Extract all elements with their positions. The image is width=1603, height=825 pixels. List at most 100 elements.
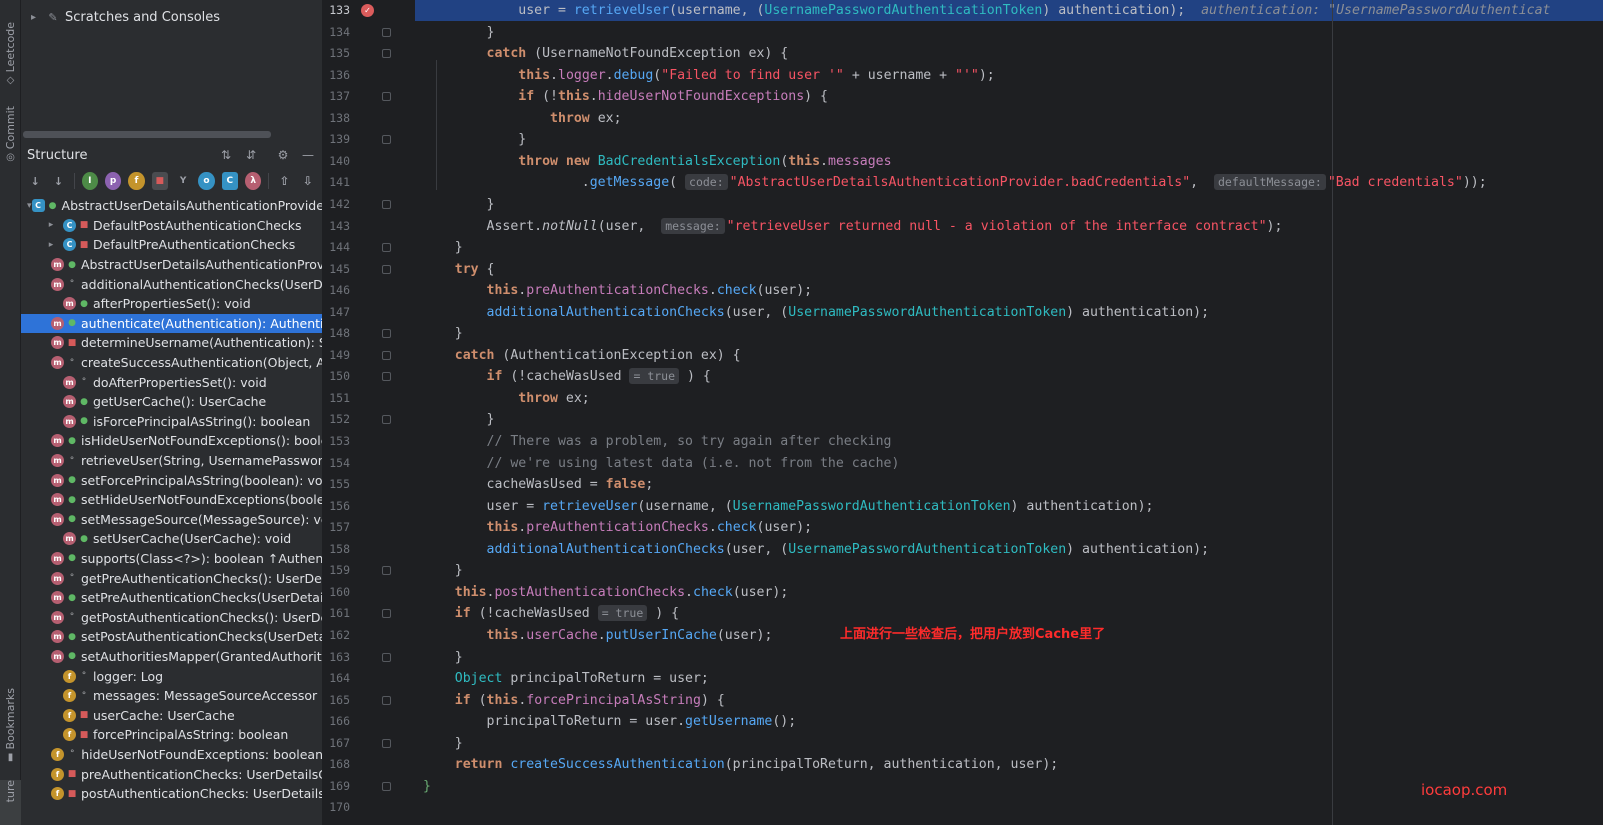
code-line[interactable]: this.preAuthenticationChecks.check(user)…	[423, 517, 813, 539]
code-line[interactable]: cacheWasUsed = false;	[423, 474, 654, 496]
fold-marker-icon[interactable]	[382, 49, 391, 59]
structure-tree-row[interactable]: m ● isHideUserNotFoundExceptions(): boole	[21, 431, 322, 451]
line-number[interactable]: 140	[323, 151, 350, 173]
line-number[interactable]: 142	[323, 194, 350, 216]
tool-tab-commit[interactable]: Commit ◎	[0, 106, 21, 163]
fold-marker-icon[interactable]	[382, 350, 391, 360]
code-line[interactable]: catch (UsernameNotFoundException ex) {	[423, 43, 789, 65]
line-number[interactable]: 170	[323, 797, 350, 819]
breakpoint-icon[interactable]: ✓	[361, 4, 374, 17]
fold-marker-icon[interactable]	[382, 329, 391, 339]
line-number[interactable]: 135	[323, 43, 350, 65]
code-line[interactable]: }	[423, 237, 463, 259]
line-number[interactable]: 155	[323, 474, 350, 496]
sort-by-visibility-icon[interactable]: ↓	[27, 172, 43, 190]
code-line[interactable]: Assert.notNull(user, message: "retrieveUs…	[423, 216, 1282, 238]
code-line[interactable]: user = retrieveUser(username, (UsernameP…	[423, 496, 1154, 518]
show-inherited-icon[interactable]: I	[81, 172, 98, 190]
line-number[interactable]: 137	[323, 86, 350, 108]
line-number[interactable]: 169	[323, 776, 350, 798]
line-number[interactable]: 134	[323, 22, 350, 44]
line-number[interactable]: 166	[323, 711, 350, 733]
project-row-scratches[interactable]: ▸ ✎ Scratches and Consoles	[21, 7, 322, 27]
line-number[interactable]: 139	[323, 129, 350, 151]
chevron-right-icon[interactable]: ▸	[31, 12, 45, 23]
structure-tree-row[interactable]: m ■ determineUsername(Authentication): Str	[21, 333, 322, 353]
structure-tree-row[interactable]: f ■ postAuthenticationChecks: UserDetailsC	[21, 784, 322, 804]
line-number[interactable]: 159	[323, 560, 350, 582]
editor-gutter[interactable]: ✓ 133 134 135 136 137 138 139 140 141 142 143 144 14…	[323, 0, 415, 825]
line-number[interactable]: 163	[323, 647, 350, 669]
line-number[interactable]: 143	[323, 216, 350, 238]
line-number[interactable]: 133	[323, 0, 350, 22]
line-number[interactable]: 151	[323, 388, 350, 410]
code-line[interactable]: additionalAuthenticationChecks(user, (Us…	[423, 539, 1210, 561]
fold-marker-icon[interactable]	[382, 27, 391, 37]
code-line[interactable]: }	[423, 129, 526, 151]
code-line[interactable]: }	[423, 323, 463, 345]
structure-tree-row[interactable]: m ● setMessageSource(MessageSource): vc	[21, 510, 322, 530]
fold-marker-icon[interactable]	[382, 243, 391, 253]
line-number[interactable]: 153	[323, 431, 350, 453]
show-properties-icon[interactable]: p	[104, 172, 122, 190]
code-line[interactable]: }	[423, 733, 463, 755]
line-number[interactable]: 148	[323, 323, 350, 345]
line-number[interactable]: 152	[323, 409, 350, 431]
tool-tab-leetcode[interactable]: Leetcode ◇	[0, 22, 21, 86]
structure-tree-row[interactable]: f ° messages: MessageSourceAccessor	[21, 686, 322, 706]
line-number[interactable]: 144	[323, 237, 350, 259]
fold-marker-icon[interactable]	[382, 652, 391, 662]
structure-tree-row[interactable]: m ● setPostAuthenticationChecks(UserDetail	[21, 627, 322, 647]
code-line[interactable]: }	[423, 647, 463, 669]
code-editor[interactable]: ✓ 133 134 135 136 137 138 139 140 141 142 143 144 14…	[323, 0, 1603, 825]
sort-alphabetically-icon[interactable]: ↓	[50, 172, 66, 190]
code-line[interactable]: try {	[423, 259, 495, 281]
code-line[interactable]: if (!cacheWasUsed = true ) {	[423, 603, 679, 625]
chevron-right-icon[interactable]: ▸	[45, 240, 57, 250]
structure-tree-row[interactable]: f ■ preAuthenticationChecks: UserDetailsCh	[21, 764, 322, 784]
code-line[interactable]: .getMessage( code: "AbstractUserDetailsAu…	[423, 172, 1487, 194]
fold-marker-icon[interactable]	[382, 415, 391, 425]
code-line[interactable]: this.preAuthenticationChecks.check(user)…	[423, 280, 813, 302]
structure-tree-row[interactable]: m ● authenticate(Authentication): Authenti…	[21, 313, 322, 334]
line-number[interactable]: 145	[323, 259, 350, 281]
code-line[interactable]: // we're using latest data (i.e. not fro…	[423, 453, 900, 475]
structure-tree-row[interactable]: f ° logger: Log	[21, 666, 322, 686]
structure-tree-row[interactable]: ▸ C ■ DefaultPostAuthenticationChecks	[21, 216, 322, 236]
structure-tree-row[interactable]: m ● isForcePrincipalAsString(): boolean	[21, 412, 322, 432]
chevron-right-icon[interactable]: ▸	[45, 220, 57, 230]
line-number[interactable]: 161	[323, 603, 350, 625]
line-number[interactable]: 165	[323, 690, 350, 712]
fold-marker-icon[interactable]	[382, 264, 391, 274]
code-line[interactable]: this.logger.debug("Failed to find user '…	[423, 65, 994, 87]
structure-tree-row[interactable]: m ° getPreAuthenticationChecks(): UserDeta	[21, 568, 322, 588]
code-line[interactable]: this.userCache.putUserInCache(user);	[423, 625, 773, 647]
gear-icon[interactable]: ⚙	[275, 147, 291, 163]
line-number[interactable]: 164	[323, 668, 350, 690]
show-hierarchy-icon[interactable]: Y	[175, 172, 191, 190]
code-line[interactable]: throw ex;	[423, 108, 621, 130]
line-number[interactable]: 168	[323, 754, 350, 776]
structure-tree-row[interactable]: f ° hideUserNotFoundExceptions: boolean	[21, 745, 322, 765]
structure-tree-row[interactable]: m ° getPostAuthenticationChecks(): UserDet	[21, 607, 322, 627]
project-horizontal-scrollbar[interactable]	[23, 131, 271, 138]
structure-tree-row[interactable]: ▾ C ● AbstractUserDetailsAuthenticationProv…	[21, 196, 322, 216]
code-line[interactable]: user = retrieveUser(username, (UsernameP…	[423, 0, 1550, 22]
show-classes-icon[interactable]: C	[221, 172, 238, 190]
code-line[interactable]: if (!cacheWasUsed = true ) {	[423, 366, 711, 388]
show-fields-icon[interactable]: f	[128, 172, 145, 190]
structure-tree-row[interactable]: f ■ forcePrincipalAsString: boolean	[21, 725, 322, 745]
line-number[interactable]: 136	[323, 65, 350, 87]
code-line[interactable]: throw ex;	[423, 388, 589, 410]
line-number[interactable]: 156	[323, 496, 350, 518]
code-line[interactable]: }	[423, 776, 431, 798]
structure-tree-row[interactable]: f ■ userCache: UserCache	[21, 705, 322, 725]
fold-marker-icon[interactable]	[382, 566, 391, 576]
structure-tree-row[interactable]: ▸ C ■ DefaultPreAuthenticationChecks	[21, 235, 322, 255]
structure-tree-row[interactable]: m ● setUserCache(UserCache): void	[21, 529, 322, 549]
structure-tree-row[interactable]: m ● setAuthoritiesMapper(GrantedAuthoritie	[21, 647, 322, 667]
structure-tree-row[interactable]: m ° retrieveUser(String, UsernamePassword	[21, 451, 322, 471]
code-line[interactable]: principalToReturn = user.getUsername();	[423, 711, 797, 733]
structure-tree-row[interactable]: m ● setForcePrincipalAsString(boolean): vo…	[21, 470, 322, 490]
line-number[interactable]: 158	[323, 539, 350, 561]
